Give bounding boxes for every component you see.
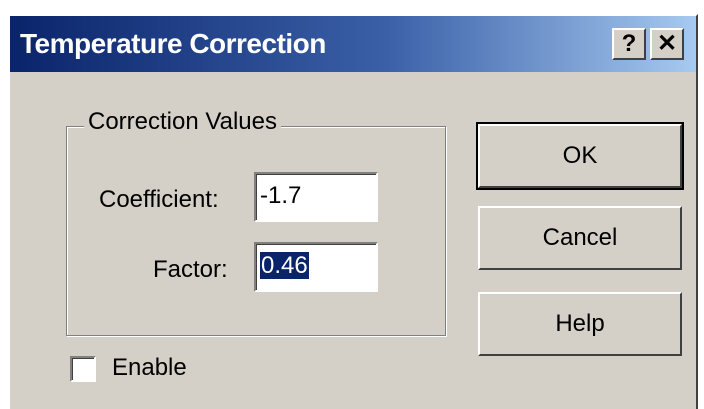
cancel-button[interactable]: Cancel: [478, 206, 682, 270]
coefficient-input[interactable]: -1.7: [254, 172, 378, 222]
temperature-correction-dialog: Temperature Correction ? ✕ Correction Va…: [8, 14, 698, 409]
ok-button[interactable]: OK: [478, 124, 682, 188]
correction-values-group: [66, 126, 446, 336]
factor-label: Factor:: [153, 256, 228, 283]
group-label: Correction Values: [84, 108, 281, 136]
factor-input[interactable]: 0.46: [254, 242, 378, 292]
factor-value-selected: 0.46: [260, 252, 309, 279]
title-bar[interactable]: Temperature Correction ? ✕: [10, 16, 696, 72]
help-question-icon[interactable]: ?: [612, 28, 646, 60]
close-icon[interactable]: ✕: [650, 28, 684, 60]
enable-checkbox[interactable]: [70, 356, 96, 382]
help-button[interactable]: Help: [478, 292, 682, 356]
coefficient-label: Coefficient:: [99, 186, 219, 213]
enable-label[interactable]: Enable: [112, 354, 187, 382]
dialog-title: Temperature Correction: [20, 28, 326, 59]
coefficient-value: -1.7: [260, 182, 302, 209]
